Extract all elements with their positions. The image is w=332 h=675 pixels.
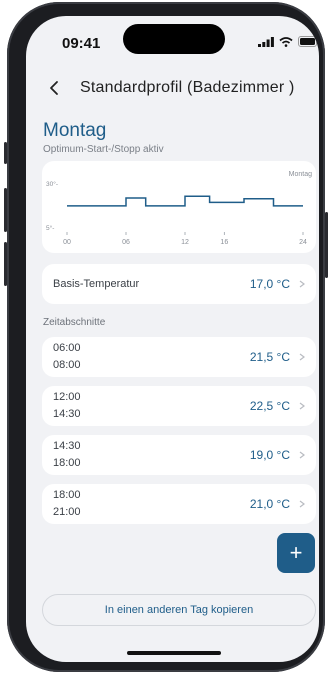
period-row[interactable]: 18:00 21:00 21,0 °C [42,484,316,524]
add-period-button[interactable]: + [277,533,315,573]
signal-icon [258,36,274,47]
power-button [325,212,328,278]
period-start: 12:00 [53,391,81,403]
x-tick-label: 12 [181,239,189,246]
base-temperature-row[interactable]: Basis-Temperatur 17,0 °C [42,264,316,304]
temperature-chart: Montag 30°- 5°- 00 06 12 16 24 [46,171,312,246]
volume-up-button [4,188,7,232]
chevron-left-icon [50,81,58,95]
period-start: 14:30 [53,440,81,452]
dynamic-island [123,24,225,54]
battery-icon [298,36,319,47]
period-end: 18:00 [53,457,81,469]
x-tick-label: 24 [299,239,307,246]
period-end: 14:30 [53,408,81,420]
x-tick-label: 00 [63,239,71,246]
page-title: Standardprofil (Badezimmer ) [80,79,295,96]
mute-switch [4,142,7,164]
screen: 09:41 Standardprofil (Badezimmer) Monta… [26,16,319,662]
period-end: 08:00 [53,359,81,371]
period-start: 18:00 [53,489,81,501]
status-icons [258,36,319,47]
chevron-right-icon [299,402,305,410]
period-end: 21:00 [53,506,81,518]
volume-down-button [4,242,7,286]
x-tick-label: 06 [122,239,130,246]
temperature-line [67,195,303,207]
period-row[interactable]: 12:00 14:30 22,5 °C [42,386,316,426]
copy-to-other-day-button[interactable]: In einen anderen Tag kopieren [42,594,316,626]
phone-frame: 09:41 Standardprofil (Badezimmer) Monta… [4,2,328,672]
day-title: Montag [43,120,107,141]
period-temperature: 19,0 °C [249,448,290,462]
chevron-right-icon [299,451,305,459]
wifi-icon [279,36,293,47]
section-label-periods: Zeitabschnitte [43,317,106,328]
chevron-right-icon [299,280,305,288]
base-temperature-value: 17,0 °C [249,277,290,291]
period-temperature: 21,0 °C [249,497,290,511]
back-button[interactable] [42,76,66,100]
period-row[interactable]: 14:30 18:00 19,0 °C [42,435,316,475]
y-tick-label: 30°- [46,180,58,188]
chevron-right-icon [299,353,305,361]
temperature-chart-card[interactable]: Montag 30°- 5°- 00 06 12 16 24 [42,161,316,253]
home-indicator [127,651,221,655]
chart-title: Montag [289,171,312,178]
period-temperature: 22,5 °C [249,399,290,413]
chevron-right-icon [299,500,305,508]
optimum-start-status: Optimum-Start-/Stopp aktiv [43,144,164,155]
base-temperature-label: Basis-Temperatur [53,277,140,290]
period-start: 06:00 [53,342,81,354]
status-time: 09:41 [62,35,101,52]
x-tick-label: 16 [220,239,228,246]
period-temperature: 21,5 °C [249,350,290,364]
period-row[interactable]: 06:00 08:00 21,5 °C [42,337,316,377]
y-tick-label: 5°- [46,224,54,232]
